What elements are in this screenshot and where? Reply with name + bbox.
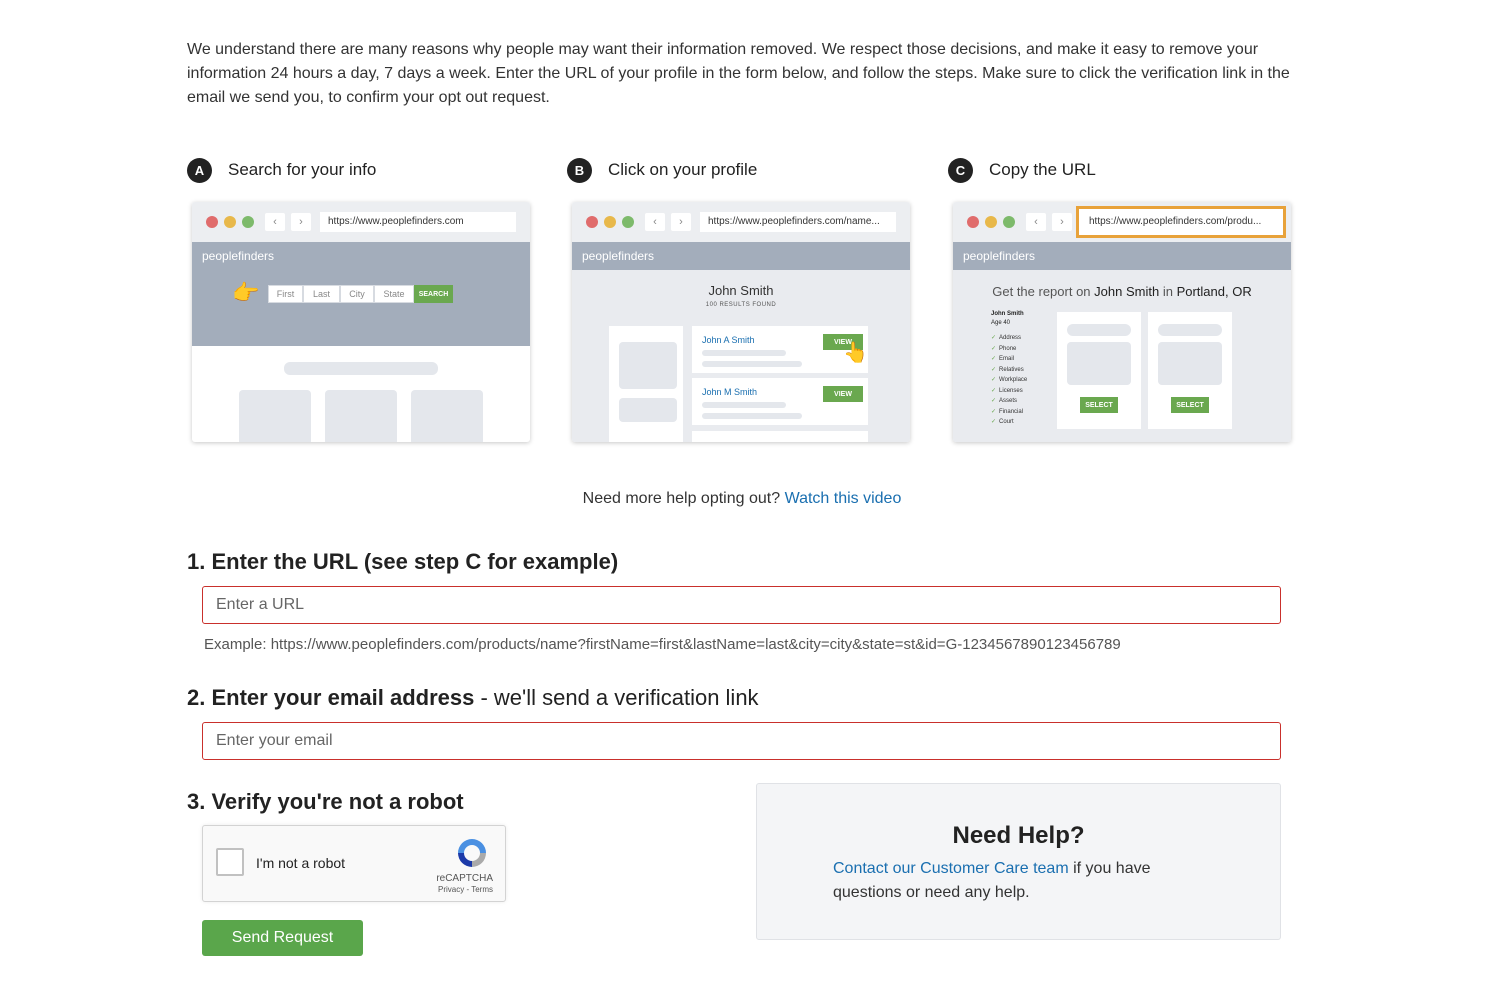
check-icon: ✓ (991, 345, 997, 352)
step-title: Search for your info (228, 160, 377, 179)
step-title: Click on your profile (608, 160, 758, 179)
first-field: First (268, 285, 303, 303)
check-icon: ✓ (991, 335, 997, 341)
url-example: Example: https://www.peoplefinders.com/p… (204, 636, 1121, 653)
pointer-hand-icon: 👆 (843, 342, 868, 364)
email-heading: 2. Enter your email address - we'll send… (187, 685, 759, 710)
step-title: Copy the URL (989, 160, 1096, 179)
back-icon: ‹ (1026, 213, 1046, 231)
checklist: ✓ Address ✓ Phone ✓ Email ✓ Relatives ✓ Workplace… (991, 333, 1027, 428)
person-age: Age 40 (991, 320, 1011, 326)
check-icon: ✓ (991, 408, 997, 415)
step-badge: B (567, 157, 592, 183)
result-item: John A Smith VIEW 👆 (692, 326, 868, 373)
view-button-illustration: VIEW (823, 386, 863, 402)
profile-name: John Smith (708, 283, 774, 298)
checklist-item: ✓ Address (991, 335, 1022, 341)
recaptcha-widget: I'm not a robot reCAPTCHA Privacy - Term… (202, 825, 506, 902)
brand-logo: peoplefinders (572, 242, 910, 270)
check-icon: ✓ (991, 366, 997, 373)
forward-icon: › (1052, 213, 1072, 231)
city-field: City (340, 285, 374, 303)
step-b-illustration: ‹ › https://www.peoplefinders.com/name..… (572, 202, 910, 442)
checklist-item: ✓ Email (991, 356, 1015, 362)
brand-logo: peoplefinders (192, 242, 530, 270)
back-icon: ‹ (645, 213, 665, 231)
forward-icon: › (291, 213, 311, 231)
checklist-item: ✓ Licenses (991, 387, 1023, 394)
checklist-item: ✓ Assets (991, 398, 1018, 404)
video-help-line: Need more help opting out? Watch this vi… (582, 490, 902, 507)
report-heading: Get the report on John Smith in Portland… (992, 284, 1252, 299)
recaptcha-checkbox[interactable] (216, 848, 244, 876)
checklist-item: ✓ Court (991, 419, 1014, 425)
check-icon: ✓ (991, 377, 997, 383)
check-icon: ✓ (991, 356, 997, 362)
checklist-item: ✓ Financial (991, 408, 1024, 415)
url-input[interactable] (202, 586, 1281, 624)
recaptcha-logo-icon (458, 839, 486, 867)
recaptcha-label: I'm not a robot (256, 855, 346, 871)
forward-icon: › (671, 213, 691, 231)
url-bar: https://www.peoplefinders.com (320, 212, 516, 232)
result-item: John M Smith VIEW (692, 378, 868, 425)
step-badge: C (948, 157, 973, 183)
recaptcha-brand: reCAPTCHA (436, 873, 493, 884)
intro-text: We understand there are many reasons why… (187, 41, 1290, 106)
search-button-illustration: SEARCH (414, 285, 453, 303)
check-icon: ✓ (991, 387, 997, 394)
send-request-button[interactable]: Send Request (202, 920, 363, 956)
checklist-item: ✓ Relatives (991, 366, 1024, 373)
help-box: Need Help? Contact our Customer Care tea… (756, 783, 1281, 940)
recaptcha-terms[interactable]: Privacy - Terms (438, 885, 493, 894)
step-badge: A (187, 157, 212, 183)
pointing-hand-icon: 👉 (232, 280, 260, 305)
customer-care-link[interactable]: Contact our Customer Care team (833, 860, 1069, 877)
select-button-illustration: SELECT (1171, 397, 1209, 413)
result-name: John M Smith (702, 387, 758, 397)
robot-heading: 3. Verify you're not a robot (187, 789, 464, 814)
state-field: State (374, 285, 414, 303)
step-a: A Search for your info ‹ › https://www.p… (187, 157, 532, 442)
url-bar-highlighted: https://www.peoplefinders.com/produ... (1076, 206, 1286, 238)
last-field: Last (303, 285, 340, 303)
result-name: John A Smith (702, 335, 755, 345)
url-bar: https://www.peoplefinders.com/name... (700, 212, 896, 232)
results-count: 100 RESULTS FOUND (705, 302, 777, 308)
check-icon: ✓ (991, 419, 997, 425)
url-heading: 1. Enter the URL (see step C for example… (187, 549, 619, 574)
select-button-illustration: SELECT (1080, 397, 1118, 413)
watch-video-link[interactable]: Watch this video (785, 490, 902, 507)
checklist-item: ✓ Phone (991, 345, 1017, 352)
checklist-item: ✓ Workplace (991, 377, 1028, 383)
step-b: B Click on your profile ‹ › https://www.… (567, 157, 912, 442)
step-c: C Copy the URL ‹ › https://www.peoplefin… (948, 157, 1293, 442)
person-name: John Smith (991, 311, 1024, 317)
help-title: Need Help? (952, 822, 1085, 849)
check-icon: ✓ (991, 398, 997, 404)
step-a-illustration: ‹ › https://www.peoplefinders.com people… (192, 202, 530, 442)
brand-logo: peoplefinders (953, 242, 1291, 270)
email-input[interactable] (202, 722, 1281, 760)
back-icon: ‹ (265, 213, 285, 231)
step-c-illustration: ‹ › https://www.peoplefinders.com/produ.… (953, 202, 1291, 442)
help-text: Contact our Customer Care team if you ha… (833, 860, 1151, 901)
